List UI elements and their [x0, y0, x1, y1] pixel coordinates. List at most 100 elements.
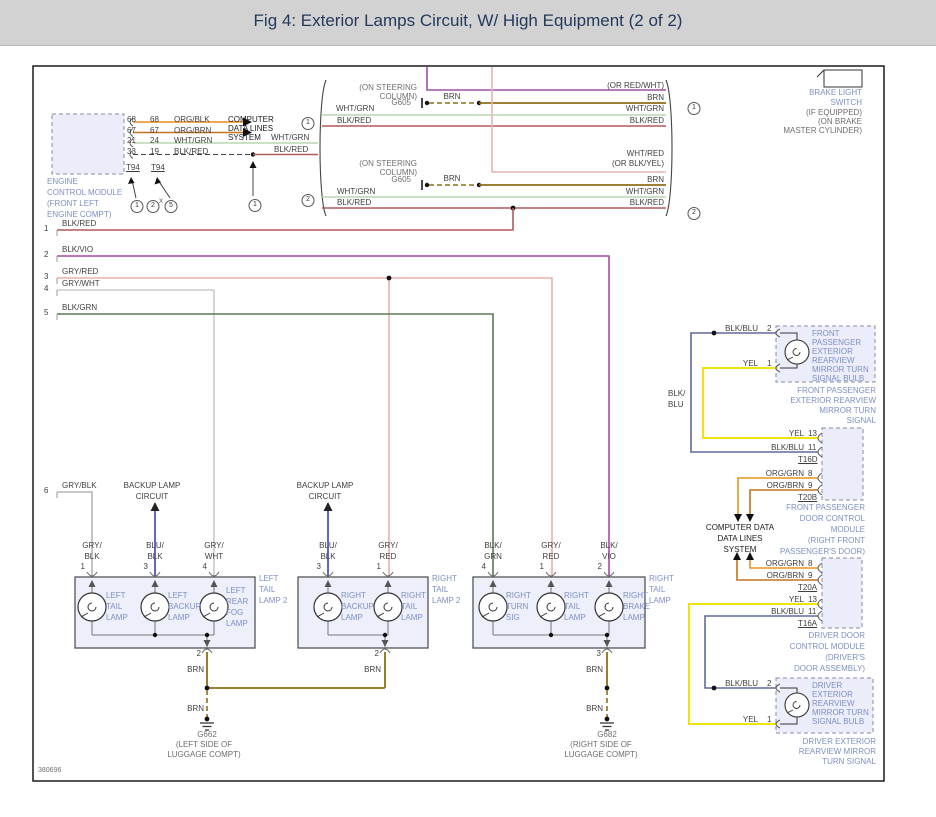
circled-ref: 5: [164, 200, 178, 213]
wire-label: GRY/WHT: [62, 279, 100, 288]
ground-label: LUGGAGE COMPT): [167, 750, 241, 759]
pin-number: 8: [808, 469, 813, 478]
wire-label: YEL: [742, 715, 758, 724]
wire-label: WHT/GRN: [337, 187, 376, 196]
connector-label: T94: [151, 163, 165, 172]
pin-number: 11: [808, 607, 817, 616]
component-label: LAMP 2: [259, 596, 288, 605]
system-label: COMPUTER DATA: [705, 523, 775, 532]
pin-number: 24: [150, 136, 159, 145]
pin-number: 21: [127, 136, 136, 145]
wire-label: VIO: [602, 552, 616, 561]
wire-label: GRN: [484, 552, 502, 561]
pin-number: 1: [767, 715, 772, 724]
ground-label: LUGGAGE COMPT): [564, 750, 638, 759]
pin-number: 3: [316, 562, 321, 571]
wire-label: ORG/GRN: [765, 469, 804, 478]
pin-number: 1: [80, 562, 85, 571]
circled-ref: 2: [146, 200, 160, 213]
ground-label: (LEFT SIDE OF: [175, 740, 233, 749]
component-label: (RIGHT FRONT: [807, 536, 865, 545]
pin-number: 13: [808, 429, 817, 438]
wire-label: BLK/GRN: [62, 303, 98, 312]
component-label: (FRONT LEFT: [47, 199, 99, 208]
bulb-label: TAIL: [564, 602, 581, 611]
component-label: SIGNAL BULB: [812, 374, 865, 383]
component-label: DOOR CONTROL: [799, 514, 865, 523]
bulb-label: LAMP: [401, 613, 423, 622]
connector-label: T94: [126, 163, 140, 172]
component-label: ENGINE: [47, 177, 78, 186]
ground-label: G605: [391, 98, 411, 107]
circuit-label: BACKUP LAMP: [123, 481, 181, 490]
circuit-label: CIRCUIT: [135, 492, 169, 501]
circled-ref: 1: [687, 102, 701, 115]
wire-label: BLK/VIO: [62, 245, 94, 254]
wire-label: BLU: [668, 400, 684, 409]
circled-ref: 1: [248, 199, 262, 212]
wire-label: GRY/RED: [62, 267, 99, 276]
bulb-label: LAMP: [341, 613, 363, 622]
wire-label: WHT/GRN: [625, 104, 664, 113]
bulb-label: SIG: [506, 613, 520, 622]
component-label: TAIL: [259, 585, 276, 594]
row-number: 4: [44, 284, 49, 293]
wire-label: ORG/BRN: [766, 481, 804, 490]
pin-number: 33: [127, 147, 136, 156]
bulb-label: RIGHT: [341, 591, 366, 600]
component-label: MIRROR TURN: [819, 406, 876, 415]
pin-number: 2: [597, 562, 602, 571]
circled-ref: 1: [301, 117, 315, 130]
pin-number: 2: [767, 679, 772, 688]
connector-label: T20B: [798, 493, 818, 502]
circled-ref-sub: x: [159, 196, 163, 205]
row-number: 2: [44, 250, 49, 259]
wire-label: YEL: [788, 595, 804, 604]
wire-label: BRN: [586, 704, 603, 713]
bulb-label: TAIL: [401, 602, 418, 611]
wire-label: YEL: [788, 429, 804, 438]
wire-label: BRN: [443, 92, 461, 101]
bulb-label: BACKUP: [168, 602, 201, 611]
pin-number: 9: [808, 481, 813, 490]
wire-label: (OR BLK/YEL): [611, 159, 664, 168]
system-label: DATA LINES: [717, 534, 763, 543]
wire-label: BLK/BLU: [771, 443, 804, 452]
wire-label: BLK/BLU: [725, 324, 758, 333]
component-label: EXTERIOR REARVIEW: [790, 396, 876, 405]
pin-number: 1: [539, 562, 544, 571]
bulb-label: RIGHT: [401, 591, 426, 600]
wiring-diagram-page: Fig 4: Exterior Lamps Circuit, W/ High E…: [0, 0, 936, 817]
wire-label: BLK/: [600, 541, 618, 550]
bulb-label: LAMP: [226, 619, 248, 628]
bulb-label: TURN: [506, 602, 529, 611]
wire-label: BLU/: [146, 541, 164, 550]
wire-label: GRY/BLK: [62, 481, 97, 490]
wire-label: BLK/: [484, 541, 502, 550]
bulb-label: LAMP: [564, 613, 586, 622]
wire-label: RED: [379, 552, 397, 561]
wire-label: BRN: [187, 665, 204, 674]
wire-label: BLK: [84, 552, 100, 561]
bulb-label: RIGHT: [564, 591, 589, 600]
component-label: DOOR ASSEMBLY): [794, 664, 865, 673]
bulb-label: REAR: [226, 597, 249, 606]
component-label: FRONT PASSENGER: [786, 503, 865, 512]
pin-number: 13: [808, 595, 817, 604]
bulb-label: LEFT: [168, 591, 188, 600]
pin-number: 3: [596, 649, 601, 658]
pin-number: 2: [196, 649, 201, 658]
component-label: LAMP: [649, 596, 671, 605]
component-label: SIGNAL: [846, 416, 876, 425]
wire-label: WHT: [204, 552, 224, 561]
circled-ref: 2: [301, 194, 315, 207]
wire-label: BLK/RED: [629, 198, 664, 207]
diagram-labels-layer: 68 68 ORG/BLK 67 67 ORG/BRN 21 24 WHT/GRN 33 19 BLK…: [0, 0, 936, 817]
row-number: 1: [44, 224, 49, 233]
component-label: DRIVER EXTERIOR: [802, 737, 876, 746]
diagram-reference-number: 380696: [38, 767, 62, 774]
wire-label: BLK/RED: [62, 219, 97, 228]
wire-label: (OR RED/WHT): [607, 81, 664, 90]
wire-label: WHT/GRN: [174, 136, 213, 145]
component-label: TURN SIGNAL: [822, 757, 876, 766]
